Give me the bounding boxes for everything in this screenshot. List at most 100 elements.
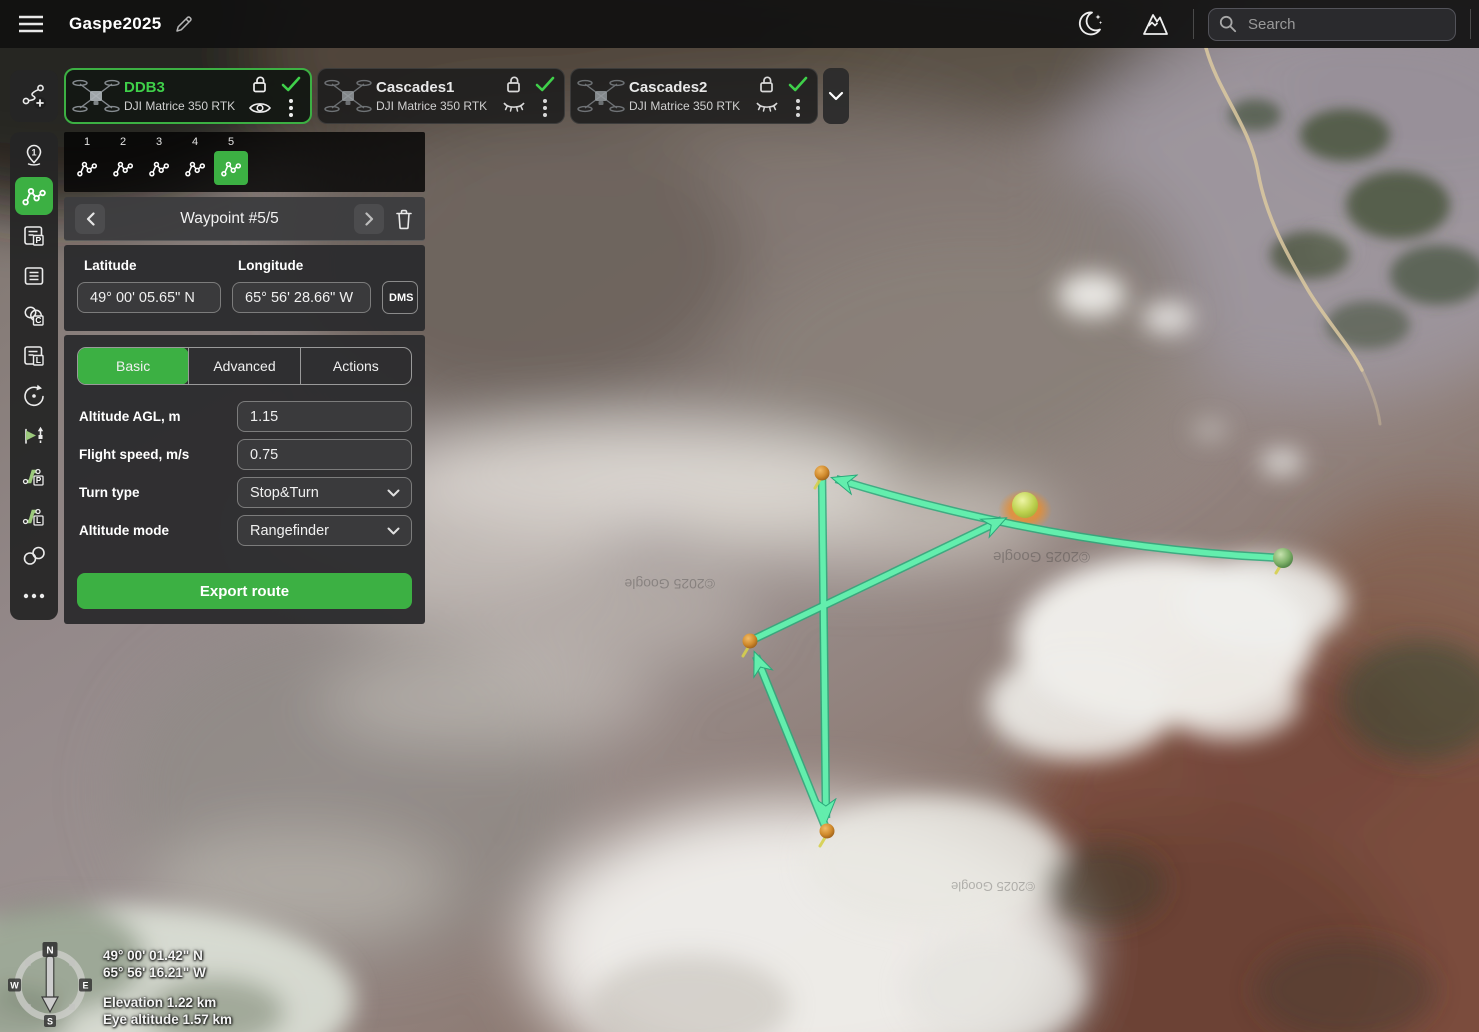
tool-orbit-scan[interactable] xyxy=(14,376,54,416)
waypoint-panel: 1 2 3 4 5 Waypoint #5/5 xyxy=(64,132,425,624)
turn-type-label: Turn type xyxy=(77,485,237,500)
chevron-down-icon xyxy=(387,527,400,535)
svg-text:L: L xyxy=(36,516,41,525)
card-menu-icon[interactable] xyxy=(795,98,801,118)
waypoint-thumb-1[interactable]: 1 xyxy=(69,132,105,185)
vehicle-model: DJI Matrice 350 RTK xyxy=(629,99,755,113)
flight-speed-input[interactable] xyxy=(237,439,412,470)
tool-area-scan[interactable] xyxy=(14,256,54,296)
altitude-mode-label: Altitude mode xyxy=(77,523,237,538)
coordinates-card: Latitude Longitude DMS xyxy=(64,245,425,331)
delete-waypoint-button[interactable] xyxy=(394,208,414,230)
main-menu-button[interactable] xyxy=(19,15,43,33)
export-route-button[interactable]: Export route xyxy=(77,573,412,609)
thumb-number: 5 xyxy=(228,135,234,149)
tool-waypoint-pin[interactable]: 1 xyxy=(14,136,54,176)
tab-actions[interactable]: Actions xyxy=(300,348,411,384)
active-check-icon xyxy=(281,76,301,92)
svg-text:P: P xyxy=(35,235,41,245)
altitude-mode-select[interactable]: Rangefinder xyxy=(237,515,412,546)
waypoint-thumb-2[interactable]: 2 xyxy=(105,132,141,185)
turn-type-select[interactable]: Stop&Turn xyxy=(237,477,412,508)
waypoint-route-icon xyxy=(112,160,134,177)
vehicle-name: Cascades2 xyxy=(629,79,755,96)
chevron-down-icon xyxy=(828,91,844,101)
topbar-divider xyxy=(1470,9,1471,39)
chevron-down-icon xyxy=(387,489,400,497)
waypoint-title: Waypoint #5/5 xyxy=(113,210,346,228)
tab-basic[interactable]: Basic xyxy=(78,348,188,384)
new-route-button[interactable] xyxy=(14,76,54,116)
active-check-icon xyxy=(788,76,808,92)
visibility-on-icon[interactable] xyxy=(248,100,272,116)
thumb-number: 2 xyxy=(120,135,126,149)
previous-waypoint-button[interactable] xyxy=(75,204,105,234)
compass-north-label: N xyxy=(46,946,53,957)
night-mode-icon[interactable] xyxy=(1073,8,1105,40)
new-route-toolbox xyxy=(10,70,58,122)
tool-takeoff-point[interactable] xyxy=(14,416,54,456)
imagery-watermark: ©2025 Google xyxy=(951,879,1035,894)
next-waypoint-button[interactable] xyxy=(354,204,384,234)
vehicle-card-cascades2[interactable]: Cascades2 DJI Matrice 350 RTK xyxy=(570,68,818,124)
turn-type-value: Stop&Turn xyxy=(250,485,319,501)
latitude-input[interactable] xyxy=(77,282,221,313)
unlocked-icon xyxy=(251,75,270,94)
tool-corridor-photo[interactable]: P xyxy=(14,456,54,496)
eye-altitude-readout: Eye altitude 1.57 km xyxy=(103,1011,232,1028)
dms-toggle-button[interactable]: DMS xyxy=(382,281,418,314)
waypoint-thumb-5-active[interactable]: 5 xyxy=(213,132,249,185)
drone-thumbnail xyxy=(575,75,627,117)
waypoint-route-icon xyxy=(76,160,98,177)
waypoint-route-icon xyxy=(148,160,170,177)
tool-linked-circles[interactable] xyxy=(14,536,54,576)
geo-status: 49° 00' 01.42" N 65° 56' 16.21" W Elevat… xyxy=(103,947,232,1028)
mission-toolbox: 1 P C xyxy=(10,132,58,620)
edit-title-icon[interactable] xyxy=(175,15,193,33)
card-menu-icon[interactable] xyxy=(288,98,294,118)
vehicle-name: Cascades1 xyxy=(376,79,502,96)
tab-advanced[interactable]: Advanced xyxy=(188,348,299,384)
tool-photogrammetry-plan[interactable]: P xyxy=(14,216,54,256)
vehicle-card-row: DDB3 DJI Matrice 350 RTK Cascades1 DJI M… xyxy=(64,68,849,124)
waypoint-thumb-3[interactable]: 3 xyxy=(141,132,177,185)
topbar-divider xyxy=(1193,9,1194,39)
waypoint-thumb-4[interactable]: 4 xyxy=(177,132,213,185)
settings-tabs: Basic Advanced Actions xyxy=(77,347,412,385)
trash-icon xyxy=(394,208,414,230)
visibility-off-icon[interactable] xyxy=(502,100,526,115)
tool-waypoint-route[interactable] xyxy=(15,177,53,215)
visibility-off-icon[interactable] xyxy=(755,100,779,115)
elevation-profile-icon[interactable] xyxy=(1135,9,1171,39)
tool-corridor-laser[interactable]: L xyxy=(14,496,54,536)
vehicle-card-ddb3[interactable]: DDB3 DJI Matrice 350 RTK xyxy=(64,68,312,124)
vehicle-card-cascades1[interactable]: Cascades1 DJI Matrice 350 RTK xyxy=(317,68,565,124)
active-check-icon xyxy=(535,76,555,92)
tool-laser-scan-plan[interactable]: L xyxy=(14,336,54,376)
search-box[interactable] xyxy=(1208,8,1456,41)
expand-vehicle-list-button[interactable] xyxy=(823,68,849,124)
longitude-input[interactable] xyxy=(232,282,371,313)
search-input[interactable] xyxy=(1246,15,1445,34)
tool-more[interactable] xyxy=(14,576,54,616)
drone-thumbnail xyxy=(322,75,374,117)
card-menu-icon[interactable] xyxy=(542,98,548,118)
svg-text:C: C xyxy=(35,315,41,325)
waypoint-settings-card: Basic Advanced Actions Altitude AGL, m F… xyxy=(64,335,425,624)
thumb-number: 1 xyxy=(84,135,90,149)
waypoint-route-icon xyxy=(220,160,242,177)
thumb-number: 4 xyxy=(192,135,198,149)
compass[interactable]: N E S W xyxy=(6,941,94,1029)
vehicle-model: DJI Matrice 350 RTK xyxy=(124,99,248,113)
compass-west-label: W xyxy=(10,981,19,991)
altitude-agl-input[interactable] xyxy=(237,401,412,432)
unlocked-icon xyxy=(505,75,524,94)
waypoint-header: Waypoint #5/5 xyxy=(64,197,425,241)
flight-speed-label: Flight speed, m/s xyxy=(77,447,237,462)
top-bar: Gaspe2025 xyxy=(0,0,1479,48)
latitude-label: Latitude xyxy=(77,258,232,273)
search-icon xyxy=(1219,15,1237,33)
tool-circle-photo[interactable]: C xyxy=(14,296,54,336)
imagery-watermark: ©2025 Google xyxy=(624,576,715,592)
svg-text:1: 1 xyxy=(31,148,36,158)
